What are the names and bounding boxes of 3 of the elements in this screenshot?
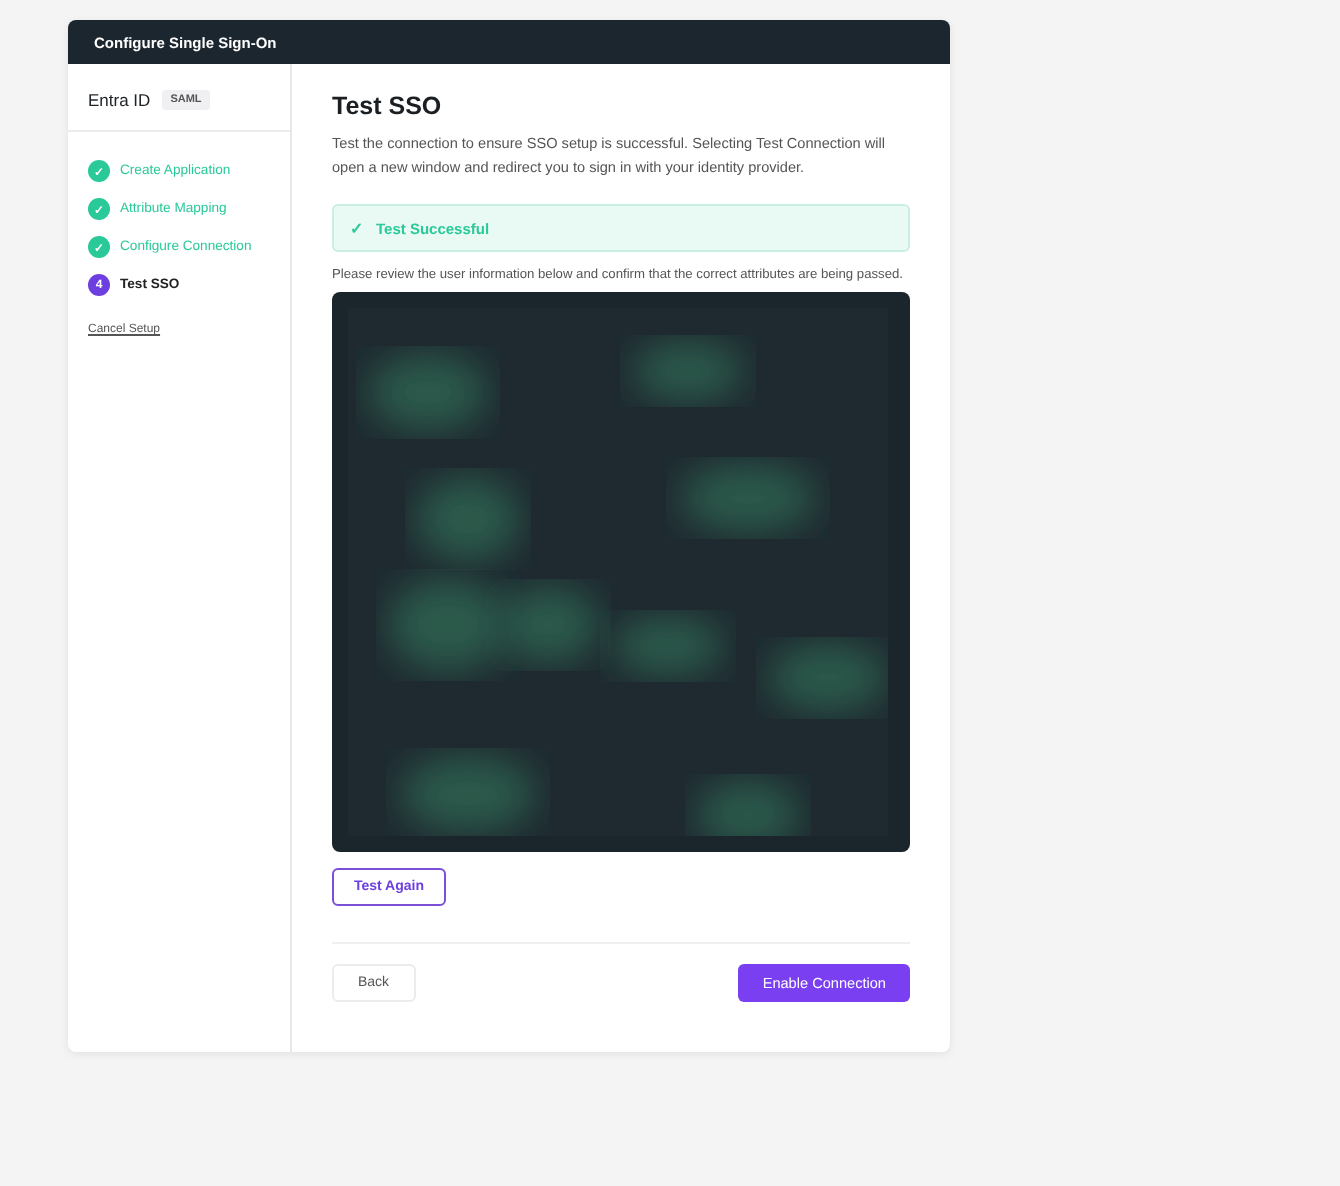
page-heading: Test SSO: [332, 92, 444, 120]
check-icon: ✓: [350, 219, 364, 238]
provider-name: Entra ID: [88, 90, 151, 110]
